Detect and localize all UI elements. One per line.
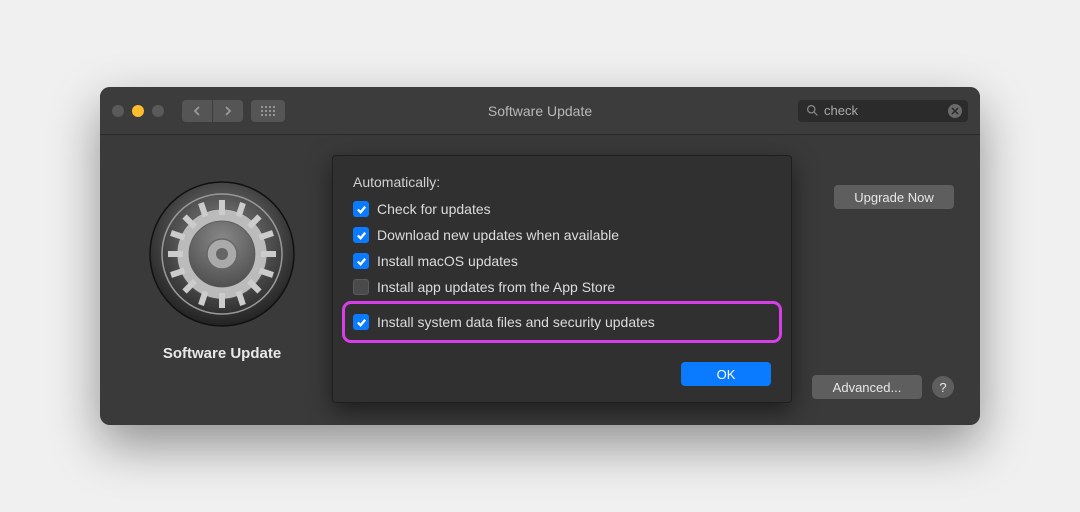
x-icon <box>951 107 959 115</box>
upgrade-now-button[interactable]: Upgrade Now <box>834 185 954 209</box>
option-label: Install system data files and security u… <box>377 314 655 330</box>
window-title: Software Update <box>488 103 592 119</box>
minimize-window-icon[interactable] <box>132 105 144 117</box>
checkbox[interactable] <box>353 201 369 217</box>
option-label: Install app updates from the App Store <box>377 279 615 295</box>
advanced-options-sheet: Automatically: Check for updates Download… <box>332 155 792 403</box>
help-button[interactable]: ? <box>932 376 954 398</box>
maximize-window-icon[interactable] <box>152 105 164 117</box>
nav-buttons <box>182 100 243 122</box>
sheet-footer: OK <box>353 362 771 386</box>
option-label: Install macOS updates <box>377 253 518 269</box>
nav-forward-button[interactable] <box>213 100 243 122</box>
window-controls <box>112 105 164 117</box>
option-row: Install macOS updates <box>353 248 771 274</box>
checkmark-icon <box>356 317 367 328</box>
ok-button[interactable]: OK <box>681 362 771 386</box>
options-list: Check for updates Download new updates wh… <box>353 196 771 338</box>
option-row: Check for updates <box>353 196 771 222</box>
checkbox[interactable] <box>353 227 369 243</box>
sheet-heading: Automatically: <box>353 174 771 190</box>
close-window-icon[interactable] <box>112 105 124 117</box>
main-panel: Automatically: Check for updates Download… <box>332 155 958 403</box>
grid-icon <box>261 106 275 116</box>
show-all-button[interactable] <box>251 100 285 122</box>
advanced-button[interactable]: Advanced... <box>812 375 922 399</box>
checkbox[interactable] <box>353 279 369 295</box>
checkmark-icon <box>356 230 367 241</box>
preferences-window: Software Update <box>100 87 980 425</box>
checkbox[interactable] <box>353 314 369 330</box>
search-icon <box>806 104 819 117</box>
clear-search-button[interactable] <box>948 104 962 118</box>
sidebar-label: Software Update <box>163 345 281 362</box>
checkmark-icon <box>356 204 367 215</box>
bottom-right-controls: Advanced... ? <box>798 375 954 403</box>
option-row: Download new updates when available <box>353 222 771 248</box>
sidebar: Software Update <box>122 155 322 403</box>
content-area: Software Update Automatically: Check for… <box>100 135 980 425</box>
checkbox[interactable] <box>353 253 369 269</box>
nav-back-button[interactable] <box>182 100 212 122</box>
titlebar: Software Update <box>100 87 980 135</box>
chevron-left-icon <box>193 106 201 116</box>
search-field-wrap <box>798 100 968 122</box>
search-input[interactable] <box>798 100 968 122</box>
option-label: Download new updates when available <box>377 227 619 243</box>
software-update-gear-icon <box>147 179 297 329</box>
checkmark-icon <box>356 256 367 267</box>
option-label: Check for updates <box>377 201 491 217</box>
option-row: Install app updates from the App Store <box>353 274 771 300</box>
option-row: Install system data files and security u… <box>347 306 777 338</box>
right-panel: Upgrade Now Advanced... ? <box>798 155 958 403</box>
chevron-right-icon <box>224 106 232 116</box>
